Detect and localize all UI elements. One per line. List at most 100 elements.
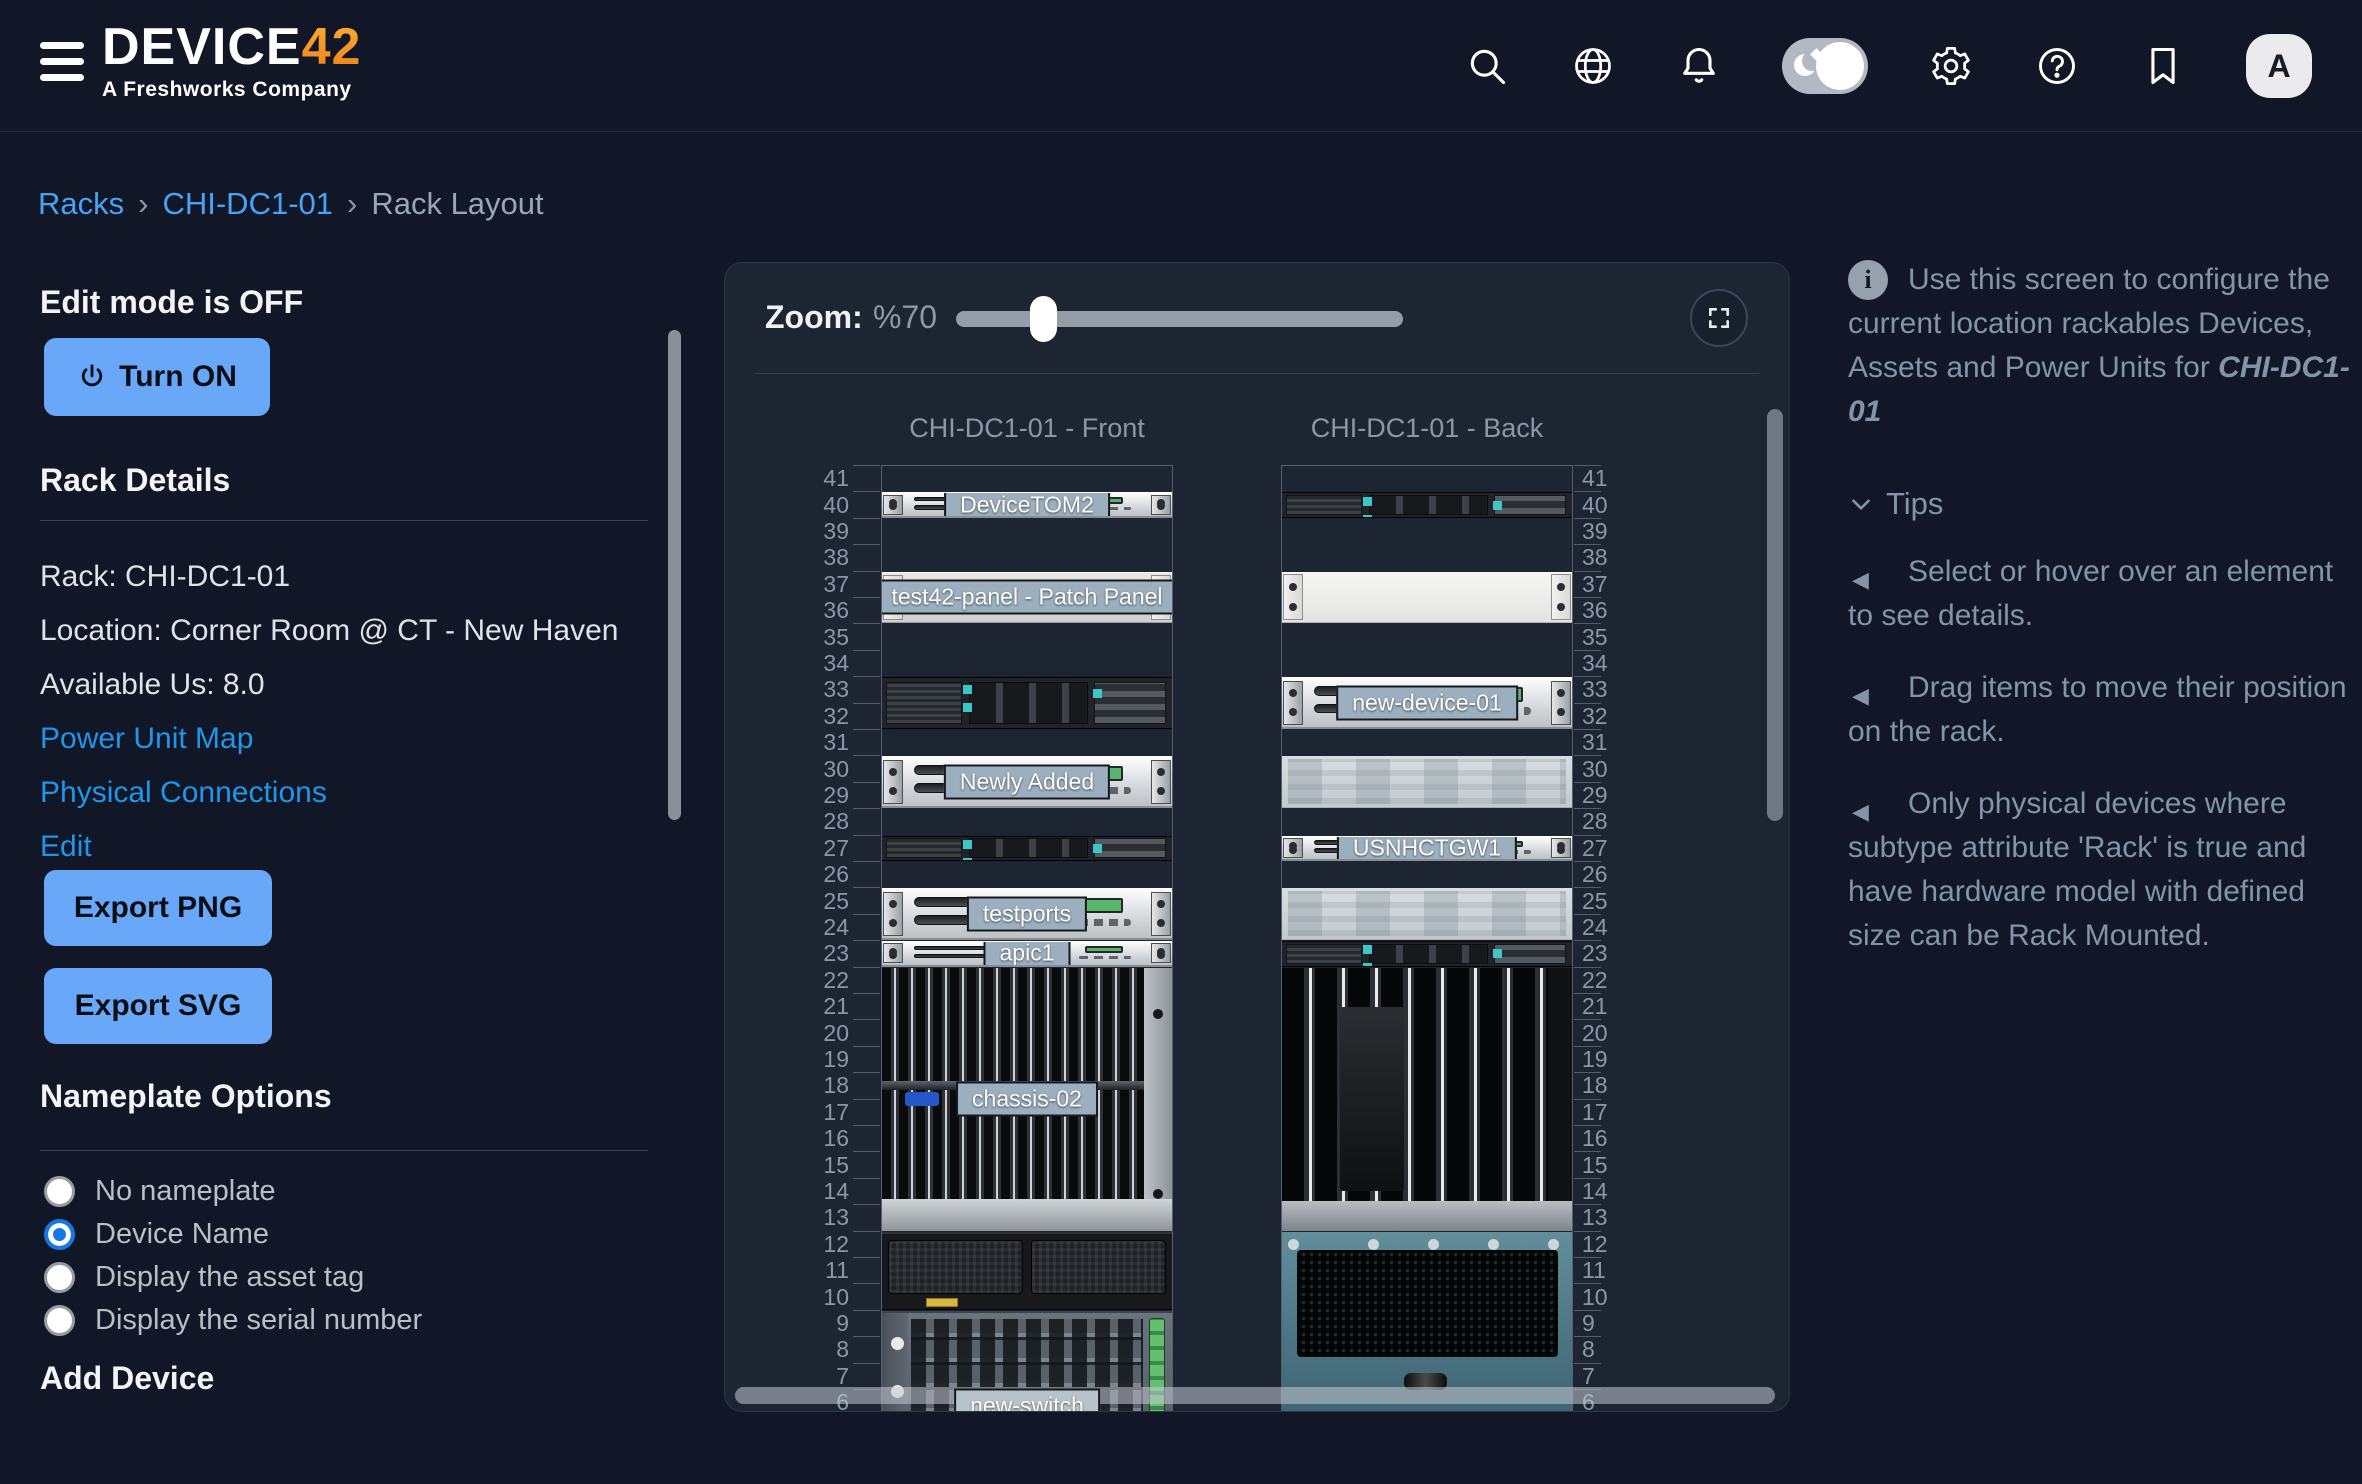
unit-tick [853, 887, 880, 888]
unit-number: 20 [785, 1020, 849, 1046]
unit-number: 13 [1582, 1204, 1646, 1230]
radio-unchecked-icon[interactable] [44, 1262, 75, 1293]
device42-logo[interactable]: DEVICE42 A Freshworks Company [102, 18, 361, 102]
avatar[interactable]: A [2246, 34, 2312, 98]
device-part-ear [1151, 495, 1171, 515]
rack-device[interactable] [882, 677, 1172, 729]
rack-device-apic1[interactable]: apic1 [882, 941, 1172, 966]
rack-device[interactable] [1282, 1232, 1572, 1412]
tips-toggle[interactable]: Tips [1848, 486, 2360, 522]
export-png-button[interactable]: Export PNG [44, 870, 272, 946]
unit-tick [853, 1178, 880, 1179]
breadcrumb-separator: › [347, 186, 357, 222]
search-icon[interactable] [1464, 43, 1510, 89]
unit-number: 39 [785, 518, 849, 544]
breadcrumb-racks[interactable]: Racks [38, 186, 124, 222]
unit-tick [853, 1099, 880, 1100]
unit-number: 35 [1582, 624, 1646, 650]
physical-connections-link[interactable]: Physical Connections [40, 776, 327, 810]
menu-icon[interactable] [40, 42, 84, 88]
viewer-vertical-scrollbar[interactable] [1767, 409, 1783, 821]
nameplate-option-no-nameplate[interactable]: No nameplate [44, 1170, 422, 1213]
rack-device-new-device-01[interactable]: new-device-01 [1282, 677, 1572, 729]
nameplate-option-display-the-serial-number[interactable]: Display the serial number [44, 1299, 422, 1342]
unit-number: 33 [785, 676, 849, 702]
rack-device[interactable] [1282, 572, 1572, 624]
unit-number: 21 [785, 993, 849, 1019]
rack-device-usnhctgw1[interactable]: USNHCTGW1 [1282, 836, 1572, 861]
device-nameplate[interactable]: new-device-01 [1336, 685, 1518, 720]
unit-number: 33 [1582, 676, 1646, 702]
device-nameplate[interactable]: new-switch [954, 1388, 1100, 1412]
device-part-drv [969, 838, 1088, 858]
rack-name-detail: Rack: CHI-DC1-01 [40, 560, 290, 594]
nameplate-option-device-name[interactable]: Device Name [44, 1213, 422, 1256]
device-part-slats [1494, 495, 1567, 515]
breadcrumb-rack-name[interactable]: CHI-DC1-01 [162, 186, 333, 222]
logo-title: DEVICE42 [102, 18, 361, 76]
radio-unchecked-icon[interactable] [44, 1176, 75, 1207]
zoom-slider[interactable] [956, 311, 1403, 327]
rack-device[interactable] [882, 1232, 1172, 1310]
help-icon[interactable] [2034, 43, 2080, 89]
unit-tick [853, 967, 880, 968]
notifications-icon[interactable] [1676, 43, 1722, 89]
bookmark-icon[interactable] [2140, 43, 2186, 89]
device-nameplate[interactable]: Newly Added [944, 764, 1110, 799]
device-nameplate[interactable]: chassis-02 [956, 1082, 1098, 1117]
unit-number: 11 [785, 1257, 849, 1283]
viewer-horizontal-scrollbar[interactable] [735, 1387, 1775, 1404]
radio-checked-icon[interactable] [44, 1219, 75, 1250]
device-part-bl1 [1288, 759, 1566, 804]
unit-number: 41 [1582, 465, 1646, 491]
unit-number: 40 [785, 492, 849, 518]
fullscreen-icon[interactable] [1690, 289, 1748, 347]
globe-icon[interactable] [1570, 43, 1616, 89]
radio-unchecked-icon[interactable] [44, 1305, 75, 1336]
settings-icon[interactable] [1928, 43, 1974, 89]
unit-tick [853, 993, 880, 994]
export-svg-button[interactable]: Export SVG [44, 968, 272, 1044]
device-part-ear [1283, 574, 1303, 620]
tip-item: ◀Only physical devices where subtype att… [1848, 782, 2360, 958]
device-nameplate[interactable]: testports [967, 896, 1087, 931]
unit-number: 35 [785, 624, 849, 650]
power-unit-map-link[interactable]: Power Unit Map [40, 722, 253, 756]
unit-number: 9 [785, 1310, 849, 1336]
unit-number: 12 [785, 1231, 849, 1257]
unit-number: 14 [1582, 1178, 1646, 1204]
rack-device[interactable] [1282, 756, 1572, 808]
rack-device[interactable] [1282, 941, 1572, 966]
device-part-ear [883, 760, 903, 804]
unit-number: 23 [785, 940, 849, 966]
rack-device-testports[interactable]: testports [882, 888, 1172, 940]
device-part-ear [1551, 838, 1571, 858]
rack-device[interactable] [1282, 968, 1572, 1231]
edit-link[interactable]: Edit [40, 830, 92, 864]
device-nameplate[interactable]: test42-panel - Patch Panel [882, 580, 1172, 615]
rack-device[interactable] [1282, 492, 1572, 517]
tip-item: ◀Select or hover over an element to see … [1848, 550, 2360, 638]
rack-device-newly-added[interactable]: Newly Added [882, 756, 1172, 808]
rack-device-test42-panel-patch-panel[interactable]: test42-panel - Patch Panel [882, 572, 1172, 624]
rack-device[interactable] [882, 836, 1172, 861]
device-part-ear [1551, 574, 1571, 620]
theme-toggle[interactable] [1782, 38, 1868, 94]
sidebar-scrollbar[interactable] [668, 330, 681, 820]
add-device-title: Add Device [40, 1360, 214, 1397]
rack-device[interactable] [1282, 888, 1572, 940]
nameplate-option-display-the-asset-tag[interactable]: Display the asset tag [44, 1256, 422, 1299]
zoom-slider-knob[interactable] [1030, 296, 1057, 342]
turn-on-button[interactable]: Turn ON [44, 338, 270, 416]
device-nameplate[interactable]: DeviceTOM2 [944, 492, 1110, 517]
rack-device-devicetom2[interactable]: DeviceTOM2 [882, 492, 1172, 517]
device-nameplate[interactable]: USNHCTGW1 [1337, 836, 1517, 861]
unit-number: 41 [785, 465, 849, 491]
unit-number: 27 [785, 835, 849, 861]
device-part-ear [1551, 681, 1571, 725]
unit-number: 8 [785, 1336, 849, 1362]
rack-device-chassis-02[interactable]: chassis-02 [882, 968, 1172, 1231]
device-part-ear [883, 892, 903, 936]
device-part-slats [1094, 682, 1167, 724]
device-nameplate[interactable]: apic1 [984, 941, 1071, 966]
